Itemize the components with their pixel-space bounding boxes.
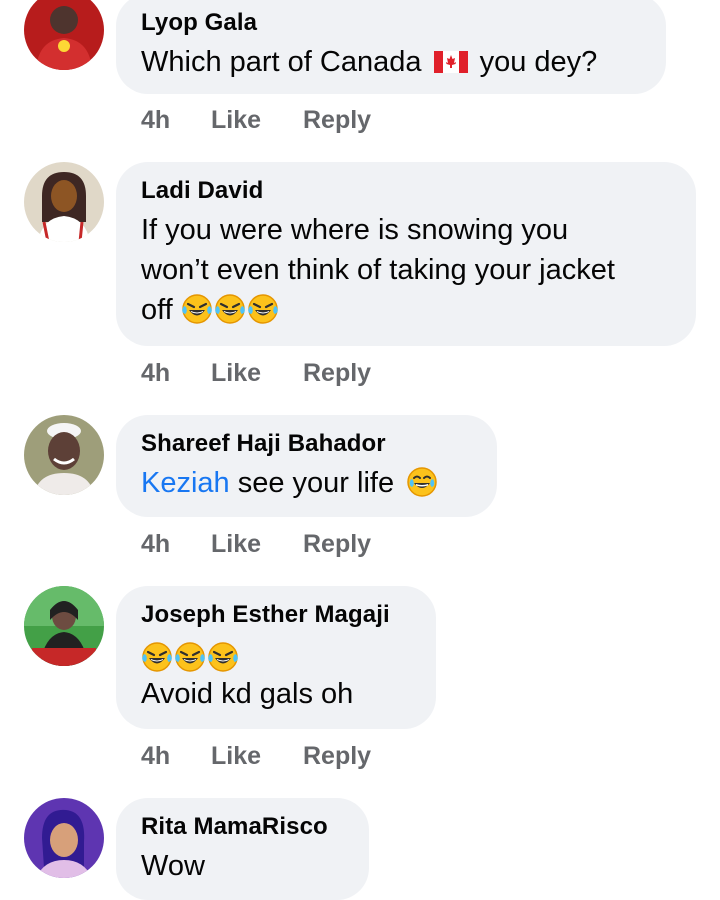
comment-bubble: Ladi David If you were where is snowing … bbox=[116, 162, 696, 346]
comment-bubble: Joseph Esther Magaji Avoid kd gals oh bbox=[116, 586, 436, 729]
face-with-tears-of-joy-icon bbox=[406, 466, 438, 498]
rolling-on-floor-laughing-icon bbox=[213, 293, 246, 325]
profile-photo bbox=[24, 162, 104, 242]
comment-text: Avoid kd gals oh bbox=[141, 678, 354, 710]
emoji-line bbox=[141, 638, 410, 674]
comment-actions: 4h Like Reply bbox=[141, 530, 371, 559]
profile-photo bbox=[24, 586, 104, 666]
profile-photo bbox=[24, 0, 104, 70]
canada-flag-icon bbox=[433, 51, 468, 73]
reply-button[interactable]: Reply bbox=[303, 106, 371, 135]
avatar[interactable] bbox=[24, 0, 104, 70]
comment-bubble: Rita MamaRisco Wow bbox=[116, 798, 369, 900]
comment-text: Which part of Canada you dey? bbox=[141, 42, 640, 82]
profile-photo bbox=[24, 798, 104, 878]
comment-text-line: won’t even think of taking your jacket bbox=[141, 254, 615, 286]
comment-text: Keziah see your life bbox=[141, 463, 471, 503]
commenter-name[interactable]: Joseph Esther Magaji bbox=[141, 600, 410, 630]
timestamp[interactable]: 4h bbox=[141, 106, 211, 135]
comment-text-line: If you were where is snowing you bbox=[141, 214, 569, 246]
like-button[interactable]: Like bbox=[211, 359, 303, 388]
commenter-name[interactable]: Shareef Haji Bahador bbox=[141, 429, 471, 459]
comment-text-part: Which part of Canada bbox=[141, 46, 422, 78]
reply-button[interactable]: Reply bbox=[303, 359, 371, 388]
comment-text-part: see your life bbox=[237, 467, 395, 499]
like-button[interactable]: Like bbox=[211, 530, 303, 559]
rolling-on-floor-laughing-icon bbox=[180, 293, 213, 325]
comment-bubble: Shareef Haji Bahador Keziah see your lif… bbox=[116, 415, 497, 517]
timestamp[interactable]: 4h bbox=[141, 359, 211, 388]
comment-actions: 4h Like Reply bbox=[141, 106, 371, 135]
rolling-on-floor-laughing-icon bbox=[141, 641, 173, 673]
commenter-name[interactable]: Ladi David bbox=[141, 176, 670, 206]
rolling-on-floor-laughing-icon bbox=[207, 641, 239, 673]
avatar[interactable] bbox=[24, 162, 104, 242]
rolling-on-floor-laughing-icon bbox=[174, 641, 206, 673]
comment-text-part: you dey? bbox=[479, 46, 598, 78]
comment-text-line-with-emoji: off bbox=[141, 290, 670, 330]
like-button[interactable]: Like bbox=[211, 742, 303, 771]
profile-photo bbox=[24, 415, 104, 495]
reply-button[interactable]: Reply bbox=[303, 530, 371, 559]
commenter-name[interactable]: Rita MamaRisco bbox=[141, 812, 343, 842]
comment-actions: 4h Like Reply bbox=[141, 359, 371, 388]
comment-bubble: Lyop Gala Which part of Canada you dey? bbox=[116, 0, 666, 94]
like-button[interactable]: Like bbox=[211, 106, 303, 135]
avatar[interactable] bbox=[24, 798, 104, 878]
comment-actions: 4h Like Reply bbox=[141, 742, 371, 771]
reply-button[interactable]: Reply bbox=[303, 742, 371, 771]
timestamp[interactable]: 4h bbox=[141, 530, 211, 559]
timestamp[interactable]: 4h bbox=[141, 742, 211, 771]
rolling-on-floor-laughing-icon bbox=[246, 293, 279, 325]
comment-text-part: off bbox=[141, 294, 173, 326]
comment-text: Wow bbox=[141, 850, 205, 882]
commenter-name[interactable]: Lyop Gala bbox=[141, 8, 640, 38]
mention-link[interactable]: Keziah bbox=[141, 467, 230, 499]
avatar[interactable] bbox=[24, 415, 104, 495]
avatar[interactable] bbox=[24, 586, 104, 666]
